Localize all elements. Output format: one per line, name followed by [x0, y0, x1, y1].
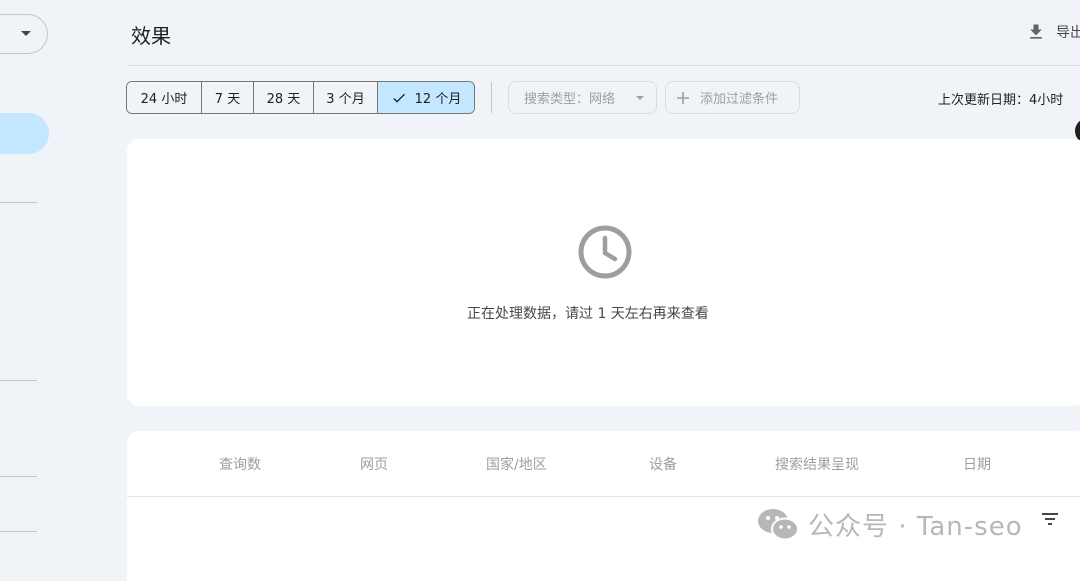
- date-option-7d[interactable]: 7 天: [202, 82, 254, 113]
- last-updated-text: 上次更新日期：4小时: [938, 93, 1064, 108]
- wechat-icon: [758, 508, 799, 540]
- export-button[interactable]: 导出: [1026, 22, 1080, 42]
- chevron-down-icon: [21, 31, 31, 36]
- header-divider: [127, 65, 1080, 66]
- plus-icon: [677, 91, 689, 104]
- date-option-3m[interactable]: 3 个月: [314, 82, 378, 113]
- processing-message: 正在处理数据，请过 1 天左右再来查看: [467, 306, 709, 322]
- filter-rows-icon[interactable]: [1040, 510, 1060, 528]
- search-type-filter[interactable]: 搜索类型：网络: [508, 81, 657, 114]
- tab-queries[interactable]: 查询数: [219, 454, 261, 474]
- table-divider: [127, 496, 1080, 497]
- download-icon: [1030, 24, 1042, 39]
- toolbar-divider: [491, 82, 492, 113]
- tab-countries[interactable]: 国家/地区: [486, 454, 547, 474]
- check-icon: [392, 93, 405, 103]
- date-option-24h[interactable]: 24 小时: [127, 82, 202, 113]
- sidebar-divider: [0, 380, 37, 381]
- sidebar-item-active[interactable]: [0, 113, 49, 154]
- watermark-text: 公众号 · Tan-seo: [808, 512, 1023, 542]
- sidebar-divider: [0, 531, 37, 532]
- property-selector[interactable]: [0, 14, 48, 54]
- watermark: 公众号 · Tan-seo: [756, 506, 1023, 543]
- add-filter-label: 添加过滤条件: [700, 92, 779, 107]
- date-option-12m[interactable]: 12 个月: [378, 82, 474, 113]
- clock-icon: [578, 225, 632, 279]
- date-range-selector[interactable]: 24 小时 7 天 28 天 3 个月 12 个月: [126, 81, 475, 114]
- search-type-label: 搜索类型：网络: [524, 92, 616, 107]
- page-title: 效果: [131, 24, 171, 48]
- sidebar-divider: [0, 202, 37, 203]
- tab-devices[interactable]: 设备: [649, 454, 677, 474]
- export-label: 导出: [1056, 25, 1080, 41]
- date-option-28d[interactable]: 28 天: [254, 82, 314, 113]
- date-option-12m-label: 12 个月: [414, 92, 462, 107]
- chevron-down-icon: [636, 96, 644, 100]
- tab-pages[interactable]: 网页: [360, 454, 388, 474]
- add-filter-button[interactable]: 添加过滤条件: [665, 81, 800, 114]
- sidebar-divider: [0, 476, 37, 477]
- tab-search-appearance[interactable]: 搜索结果呈现: [775, 454, 859, 474]
- tab-dates[interactable]: 日期: [963, 454, 991, 474]
